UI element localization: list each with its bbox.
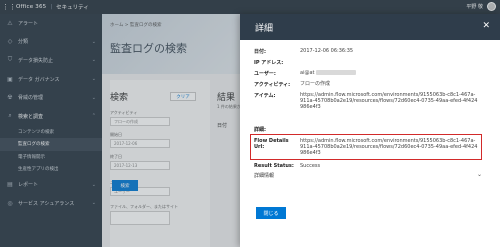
- panel-header: 詳細: [240, 14, 500, 40]
- detail-value: https://admin.flow.microsoft.com/environ…: [300, 92, 478, 111]
- highlight-box: [250, 134, 482, 160]
- detail-key: IP アドレス:: [254, 60, 284, 66]
- detail-value: フローの作成: [300, 81, 331, 87]
- detail-key: 日付:: [254, 49, 266, 55]
- detail-value: Success: [300, 163, 321, 169]
- detail-key: アクティビティ:: [254, 82, 291, 88]
- detail-key: Result Status:: [254, 163, 294, 169]
- chevron-down-icon: ⌄: [476, 171, 482, 178]
- detail-panel: 詳細 ✕ 日付: 2017-12-06 06:36:35 IP アドレス: ユー…: [240, 14, 500, 247]
- redacted-block: [316, 70, 357, 75]
- detail-value: 2017-12-06 06:36:35: [300, 48, 354, 54]
- user-value: ai@at: [300, 70, 315, 76]
- detail-value: ai@at: [300, 70, 478, 76]
- more-info-label: 詳細情報: [254, 173, 275, 179]
- detail-key: 詳細:: [254, 127, 266, 133]
- detail-key: ユーザー:: [254, 71, 276, 77]
- detail-key: アイテム:: [254, 93, 276, 99]
- close-button[interactable]: 閉じる: [256, 207, 286, 219]
- more-info-toggle[interactable]: 詳細情報 ⌄: [254, 171, 484, 179]
- close-icon[interactable]: ✕: [482, 21, 490, 31]
- panel-title: 詳細: [255, 23, 274, 34]
